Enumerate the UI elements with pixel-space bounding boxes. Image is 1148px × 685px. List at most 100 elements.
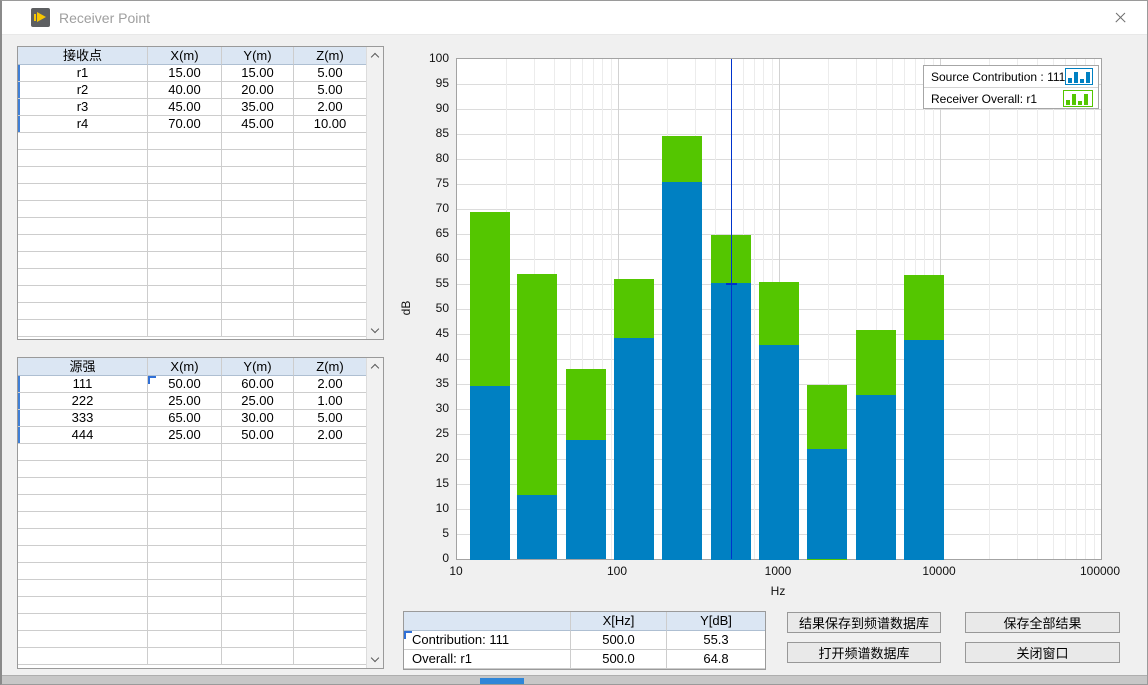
table-row-empty[interactable] [18, 201, 366, 218]
cell[interactable]: 25.00 [222, 393, 294, 410]
cell[interactable]: 30.00 [222, 410, 294, 427]
cell[interactable]: r4 [18, 116, 148, 133]
scroll-up-icon[interactable] [367, 47, 383, 64]
cell[interactable]: 25.00 [148, 427, 222, 444]
table-row[interactable]: r115.0015.005.00 [18, 65, 366, 82]
column-header: X(m) [148, 47, 222, 65]
table-row-empty[interactable] [18, 252, 366, 269]
scroll-down-icon[interactable] [367, 322, 383, 339]
cell [148, 303, 222, 320]
cell[interactable]: r3 [18, 99, 148, 116]
table-row[interactable]: Overall: r1500.064.8 [404, 650, 765, 669]
table-row[interactable]: r240.0020.005.00 [18, 82, 366, 99]
cell[interactable]: 35.00 [222, 99, 294, 116]
table-row-empty[interactable] [18, 648, 366, 665]
table-header-row: 源强X(m)Y(m)Z(m) [18, 358, 366, 376]
cell[interactable]: 5.00 [294, 82, 366, 99]
cell [294, 648, 366, 665]
cell[interactable]: 70.00 [148, 116, 222, 133]
cell [18, 563, 148, 580]
table-row-empty[interactable] [18, 529, 366, 546]
cell [148, 150, 222, 167]
table-row-empty[interactable] [18, 597, 366, 614]
cell[interactable]: 40.00 [148, 82, 222, 99]
table-row-empty[interactable] [18, 184, 366, 201]
cell[interactable]: 50.00 [148, 376, 222, 393]
table-row-empty[interactable] [18, 580, 366, 597]
cell [148, 631, 222, 648]
cell[interactable]: Contribution: 111 [404, 631, 571, 650]
cell[interactable]: r2 [18, 82, 148, 99]
table-row-empty[interactable] [18, 320, 366, 337]
cell[interactable]: 45.00 [222, 116, 294, 133]
table-row-empty[interactable] [18, 150, 366, 167]
cell [148, 546, 222, 563]
column-header: 接收点 [18, 47, 148, 65]
table-row[interactable]: 44425.0050.002.00 [18, 427, 366, 444]
cell[interactable]: 60.00 [222, 376, 294, 393]
cell[interactable]: 1.00 [294, 393, 366, 410]
cell[interactable]: r1 [18, 65, 148, 82]
cell[interactable]: 20.00 [222, 82, 294, 99]
cell[interactable]: 65.00 [148, 410, 222, 427]
table-row-empty[interactable] [18, 286, 366, 303]
cell[interactable]: 500.0 [571, 650, 667, 669]
cell[interactable]: 222 [18, 393, 148, 410]
legend-item-receiver-overall[interactable]: Receiver Overall: r1 [924, 87, 1098, 109]
cell[interactable]: 500.0 [571, 631, 667, 650]
close-icon[interactable] [1105, 5, 1135, 30]
cell[interactable]: 15.00 [222, 65, 294, 82]
cell[interactable]: 111 [18, 376, 148, 393]
cell[interactable]: 444 [18, 427, 148, 444]
table-row-empty[interactable] [18, 512, 366, 529]
cell[interactable]: 55.3 [667, 631, 765, 650]
legend-item-source-contribution[interactable]: Source Contribution : 111 [924, 66, 1098, 87]
table-row-empty[interactable] [18, 495, 366, 512]
table-row-empty[interactable] [18, 269, 366, 286]
table-row-empty[interactable] [18, 218, 366, 235]
table-row-empty[interactable] [18, 444, 366, 461]
open-spectrum-db-button[interactable]: 打开频谱数据库 [787, 642, 941, 663]
cell[interactable]: 10.00 [294, 116, 366, 133]
receiver-table-scrollbar[interactable] [366, 47, 383, 339]
cell [18, 167, 148, 184]
table-row-empty[interactable] [18, 546, 366, 563]
table-row-empty[interactable] [18, 133, 366, 150]
table-row[interactable]: 22225.0025.001.00 [18, 393, 366, 410]
cell[interactable]: 5.00 [294, 410, 366, 427]
cell[interactable]: 50.00 [222, 427, 294, 444]
cursor-line[interactable] [731, 59, 732, 559]
cell[interactable]: 333 [18, 410, 148, 427]
table-row[interactable]: Contribution: 111500.055.3 [404, 631, 765, 650]
table-row-empty[interactable] [18, 303, 366, 320]
table-row-empty[interactable] [18, 631, 366, 648]
cell [148, 218, 222, 235]
table-row[interactable]: r470.0045.0010.00 [18, 116, 366, 133]
cell[interactable]: 45.00 [148, 99, 222, 116]
close-window-button[interactable]: 关闭窗口 [965, 642, 1120, 663]
cell[interactable]: 64.8 [667, 650, 765, 669]
cell[interactable]: Overall: r1 [404, 650, 571, 669]
table-row-empty[interactable] [18, 563, 366, 580]
table-row-empty[interactable] [18, 167, 366, 184]
cell[interactable]: 15.00 [148, 65, 222, 82]
cell[interactable]: 2.00 [294, 99, 366, 116]
table-row-empty[interactable] [18, 478, 366, 495]
table-row-empty[interactable] [18, 235, 366, 252]
cell[interactable]: 2.00 [294, 427, 366, 444]
scroll-down-icon[interactable] [367, 651, 383, 668]
table-row[interactable]: 11150.0060.002.00 [18, 376, 366, 393]
cell[interactable]: 5.00 [294, 65, 366, 82]
cell[interactable]: 25.00 [148, 393, 222, 410]
table-row[interactable]: 33365.0030.005.00 [18, 410, 366, 427]
save-all-results-button[interactable]: 保存全部结果 [965, 612, 1120, 633]
save-results-to-spectrum-db-button[interactable]: 结果保存到频谱数据库 [787, 612, 941, 633]
cell [294, 478, 366, 495]
scroll-up-icon[interactable] [367, 358, 383, 375]
spectrum-plot-area[interactable] [456, 58, 1102, 560]
source-table-scrollbar[interactable] [366, 358, 383, 668]
cell[interactable]: 2.00 [294, 376, 366, 393]
table-row-empty[interactable] [18, 614, 366, 631]
table-row[interactable]: r345.0035.002.00 [18, 99, 366, 116]
table-row-empty[interactable] [18, 461, 366, 478]
